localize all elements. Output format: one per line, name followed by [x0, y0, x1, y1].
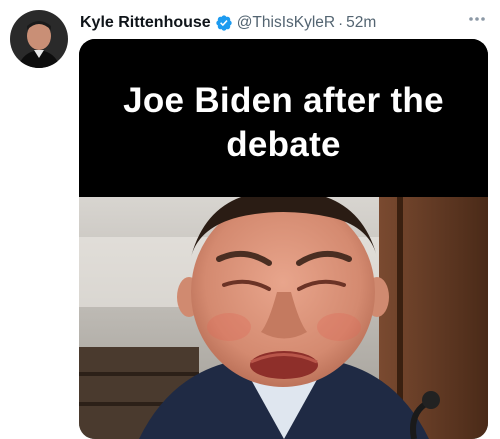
- meme-caption-band: Joe Biden after the debate: [79, 39, 488, 197]
- author-handle[interactable]: @ThisIsKyleR: [237, 14, 335, 32]
- ellipsis-icon: [469, 17, 485, 21]
- crying-man-photo: [79, 197, 488, 439]
- avatar-photo: [10, 10, 68, 68]
- verified-badge-icon: [215, 14, 233, 32]
- author-avatar[interactable]: [10, 10, 68, 68]
- more-options-button[interactable]: [466, 8, 488, 30]
- author-display-name[interactable]: Kyle Rittenhouse: [80, 14, 211, 32]
- separator-dot: ·: [338, 14, 344, 32]
- meme-caption: Joe Biden after the debate: [123, 81, 444, 164]
- meme-photo: [79, 197, 488, 439]
- tweet-header: Kyle Rittenhouse @ThisIsKyleR · 52m: [80, 12, 376, 34]
- tweet-media[interactable]: Joe Biden after the debate: [79, 39, 488, 439]
- tweet-timestamp[interactable]: 52m: [346, 14, 376, 32]
